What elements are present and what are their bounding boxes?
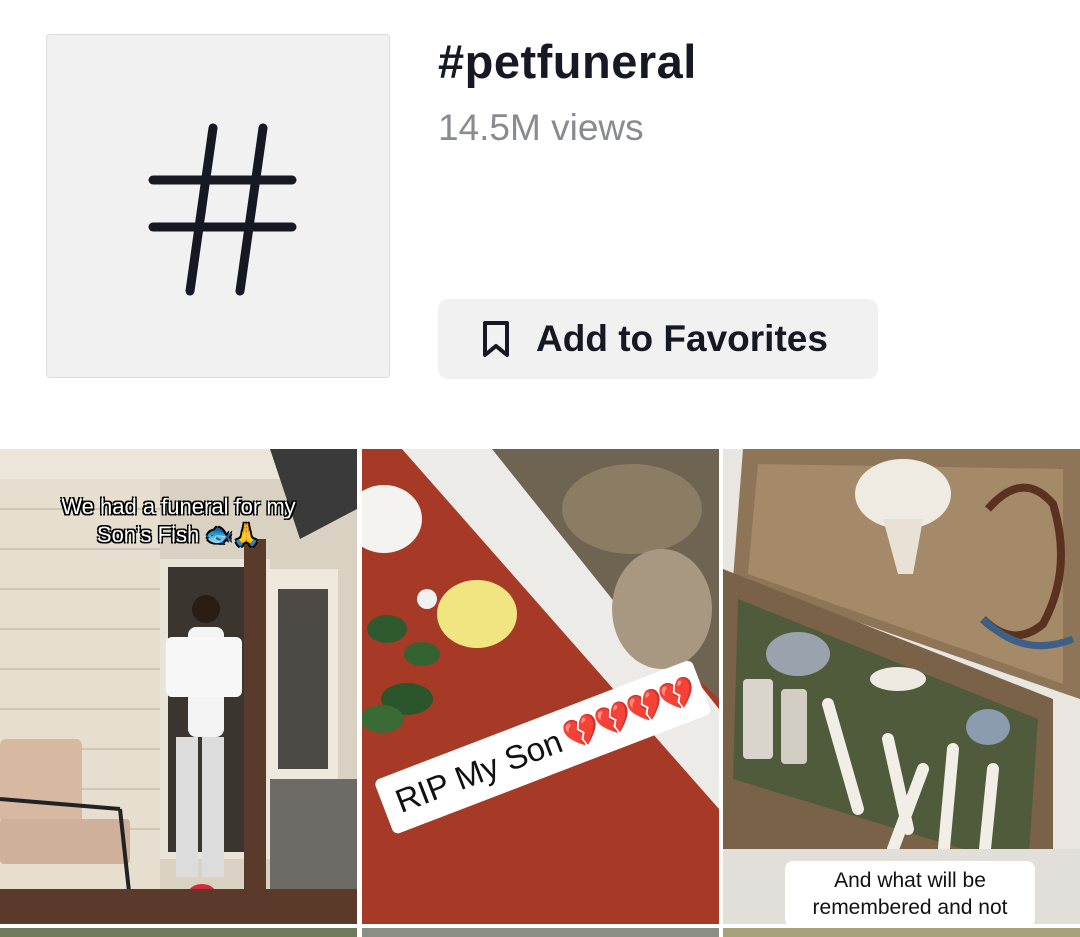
hashtag-title: #petfuneral (438, 35, 697, 88)
next-row-thumbnail[interactable] (0, 928, 357, 937)
video-caption-line: We had a funeral for my (61, 494, 296, 519)
video-caption: And what will be remembered and not (785, 861, 1035, 924)
video-thumbnail[interactable]: We had a funeral for my Son’s Fish 🐟🙏 (0, 449, 357, 924)
video-thumbnail[interactable]: And what will be remembered and not (723, 449, 1080, 924)
add-to-favorites-button[interactable]: Add to Favorites (438, 299, 878, 379)
next-row-thumbnail[interactable] (723, 928, 1080, 937)
bookmark-icon (483, 321, 509, 357)
video-caption-line: And what will be (834, 869, 986, 892)
video-caption-line: Son’s Fish 🐟🙏 (96, 522, 261, 547)
video-thumbnail[interactable]: RIP My Son 💔💔💔💔 (362, 449, 719, 924)
video-caption-line: remembered and not (812, 896, 1008, 919)
video-caption: We had a funeral for my Son’s Fish 🐟🙏 (0, 493, 357, 549)
add-to-favorites-label: Add to Favorites (536, 318, 828, 359)
view-count: 14.5M views (438, 107, 644, 148)
hashtag-thumbnail (46, 34, 390, 378)
hashtag-icon (148, 123, 297, 296)
video-grid: We had a funeral for my Son’s Fish 🐟🙏 RI… (0, 449, 1080, 937)
video-thumbnail-image (723, 449, 1080, 924)
next-row-thumbnail[interactable] (362, 928, 719, 937)
